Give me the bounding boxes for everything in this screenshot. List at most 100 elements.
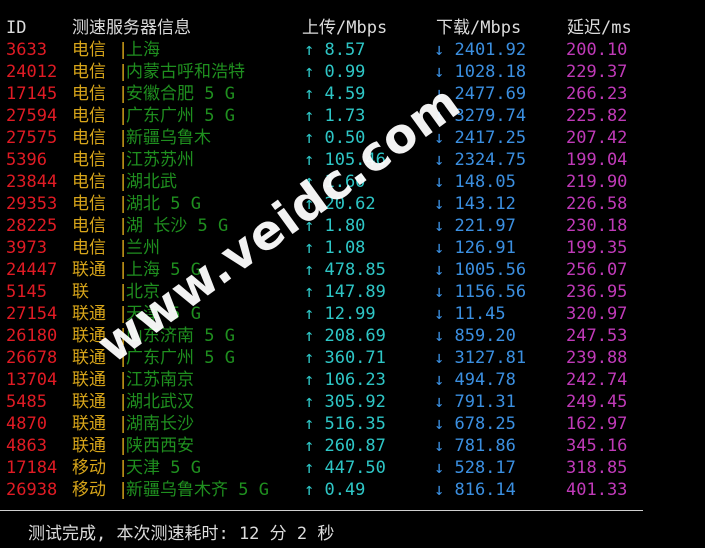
server-id: 5485 (6, 392, 47, 412)
upload-value: ↑ 0.49 (304, 480, 366, 500)
upload-value: ↑ 260.87 (304, 436, 386, 456)
upload-value: ↑ 147.89 (304, 282, 386, 302)
download-value: ↓ 148.05 (434, 172, 516, 192)
server-location: 天津 5 G (126, 304, 201, 324)
table-row: 5485 联通 | 湖北武汉 ↑ 305.92 ↓ 791.31 249.45 (0, 391, 705, 413)
upload-value: ↑ 478.85 (304, 260, 386, 280)
table-row: 27575 电信 | 新疆乌鲁木 ↑ 0.50 ↓ 2417.25 207.42 (0, 127, 705, 149)
table-row: 4863 联通 | 陕西西安 ↑ 260.87 ↓ 781.86 345.16 (0, 435, 705, 457)
isp-name: 联通 (72, 348, 106, 368)
download-value: ↓ 2324.75 (434, 150, 527, 170)
download-value: ↓ 221.97 (434, 216, 516, 236)
isp-name: 电信 (72, 238, 106, 258)
isp-name: 移动 (72, 480, 106, 500)
upload-value: ↑ 1.73 (304, 106, 366, 126)
table-row: 3973 电信 | 兰州 ↑ 1.08 ↓ 126.91 199.35 (0, 237, 705, 259)
completion-message: 测试完成, 本次测速耗时: 12 分 2 秒 (28, 524, 335, 544)
latency-value: 229.37 (566, 62, 628, 82)
download-value: ↓ 3279.74 (434, 106, 527, 126)
server-location: 内蒙古呼和浩特 (126, 62, 245, 82)
download-value: ↓ 143.12 (434, 194, 516, 214)
server-location: 江苏苏州 (126, 150, 194, 170)
upload-value: ↑ 516.35 (304, 414, 386, 434)
isp-name: 电信 (72, 106, 106, 126)
server-location: 新疆乌鲁木 (126, 128, 211, 148)
download-value: ↓ 2417.25 (434, 128, 527, 148)
isp-name: 联通 (72, 326, 106, 346)
server-id: 23844 (6, 172, 58, 192)
upload-value: ↑ 20.62 (304, 194, 376, 214)
server-id: 5396 (6, 150, 47, 170)
latency-value: 320.97 (566, 304, 628, 324)
download-value: ↓ 1156.56 (434, 282, 527, 302)
upload-value: ↑ 447.50 (304, 458, 386, 478)
server-id: 26678 (6, 348, 58, 368)
server-id: 3973 (6, 238, 47, 258)
header-upload: 上传/Mbps (302, 18, 388, 38)
latency-value: 266.23 (566, 84, 628, 104)
server-id: 3633 (6, 40, 47, 60)
server-location: 北京 (126, 282, 160, 302)
latency-value: 318.85 (566, 458, 628, 478)
latency-value: 207.42 (566, 128, 628, 148)
server-id: 13704 (6, 370, 58, 390)
download-value: ↓ 1028.18 (434, 62, 527, 82)
latency-value: 239.88 (566, 348, 628, 368)
server-location: 广东广州 5 G (126, 106, 235, 126)
isp-name: 电信 (72, 150, 106, 170)
latency-value: 236.95 (566, 282, 628, 302)
isp-name: 联通 (72, 436, 106, 456)
table-row: 13704 联通 | 江苏南京 ↑ 106.23 ↓ 494.78 242.74 (0, 369, 705, 391)
upload-value: ↑ 1.80 (304, 216, 366, 236)
upload-value: ↑ 8.57 (304, 40, 366, 60)
header-id: ID (6, 18, 27, 38)
download-value: ↓ 126.91 (434, 238, 516, 258)
server-id: 24447 (6, 260, 58, 280)
server-location: 湖南长沙 (126, 414, 194, 434)
table-row: 26180 联通 | 山东济南 5 G ↑ 208.69 ↓ 859.20 247.53 (0, 325, 705, 347)
download-value: ↓ 791.31 (434, 392, 516, 412)
table-row: 27594 电信 | 广东广州 5 G ↑ 1.73 ↓ 3279.74 225.82 (0, 105, 705, 127)
server-location: 上海 5 G (126, 260, 201, 280)
isp-name: 联通 (72, 414, 106, 434)
server-id: 29353 (6, 194, 58, 214)
latency-value: 242.74 (566, 370, 628, 390)
terminal-window: ID 测速服务器信息 上传/Mbps 下载/Mbps 延迟/ms 3633 电信 |… (0, 0, 705, 548)
table-row: 4870 联通 | 湖南长沙 ↑ 516.35 ↓ 678.25 162.97 (0, 413, 705, 435)
download-value: ↓ 859.20 (434, 326, 516, 346)
server-id: 5145 (6, 282, 47, 302)
isp-name: 移动 (72, 458, 106, 478)
table-row: 17145 电信 | 安徽合肥 5 G ↑ 4.59 ↓ 2477.69 266.23 (0, 83, 705, 105)
latency-value: 401.33 (566, 480, 628, 500)
server-id: 26938 (6, 480, 58, 500)
server-location: 上海 (126, 40, 160, 60)
upload-value: ↑ 305.92 (304, 392, 386, 412)
header-download: 下载/Mbps (436, 18, 522, 38)
latency-value: 219.90 (566, 172, 628, 192)
table-row: 23844 电信 | 湖北武 ↑ 1.60 ↓ 148.05 219.90 (0, 171, 705, 193)
upload-value: ↑ 360.71 (304, 348, 386, 368)
download-value: ↓ 781.86 (434, 436, 516, 456)
isp-name: 联通 (72, 260, 106, 280)
isp-name: 电信 (72, 172, 106, 192)
download-value: ↓ 494.78 (434, 370, 516, 390)
upload-value: ↑ 12.99 (304, 304, 376, 324)
isp-name: 电信 (72, 40, 106, 60)
download-value: ↓ 2401.92 (434, 40, 527, 60)
latency-value: 200.10 (566, 40, 628, 60)
isp-name: 联通 (72, 392, 106, 412)
server-id: 17184 (6, 458, 58, 478)
isp-name: 电信 (72, 128, 106, 148)
server-location: 湖北武 (126, 172, 177, 192)
server-location: 安徽合肥 5 G (126, 84, 235, 104)
server-location: 兰州 (126, 238, 160, 258)
table-row: 3633 电信 | 上海 ↑ 8.57 ↓ 2401.92 200.10 (0, 39, 705, 61)
server-id: 4870 (6, 414, 47, 434)
isp-name: 联通 (72, 304, 106, 324)
server-location: 湖北武汉 (126, 392, 194, 412)
download-value: ↓ 3127.81 (434, 348, 527, 368)
upload-value: ↑ 105.46 (304, 150, 386, 170)
latency-value: 256.07 (566, 260, 628, 280)
table-row: 29353 电信 | 湖北 5 G ↑ 20.62 ↓ 143.12 226.58 (0, 193, 705, 215)
header-latency: 延迟/ms (567, 18, 632, 38)
